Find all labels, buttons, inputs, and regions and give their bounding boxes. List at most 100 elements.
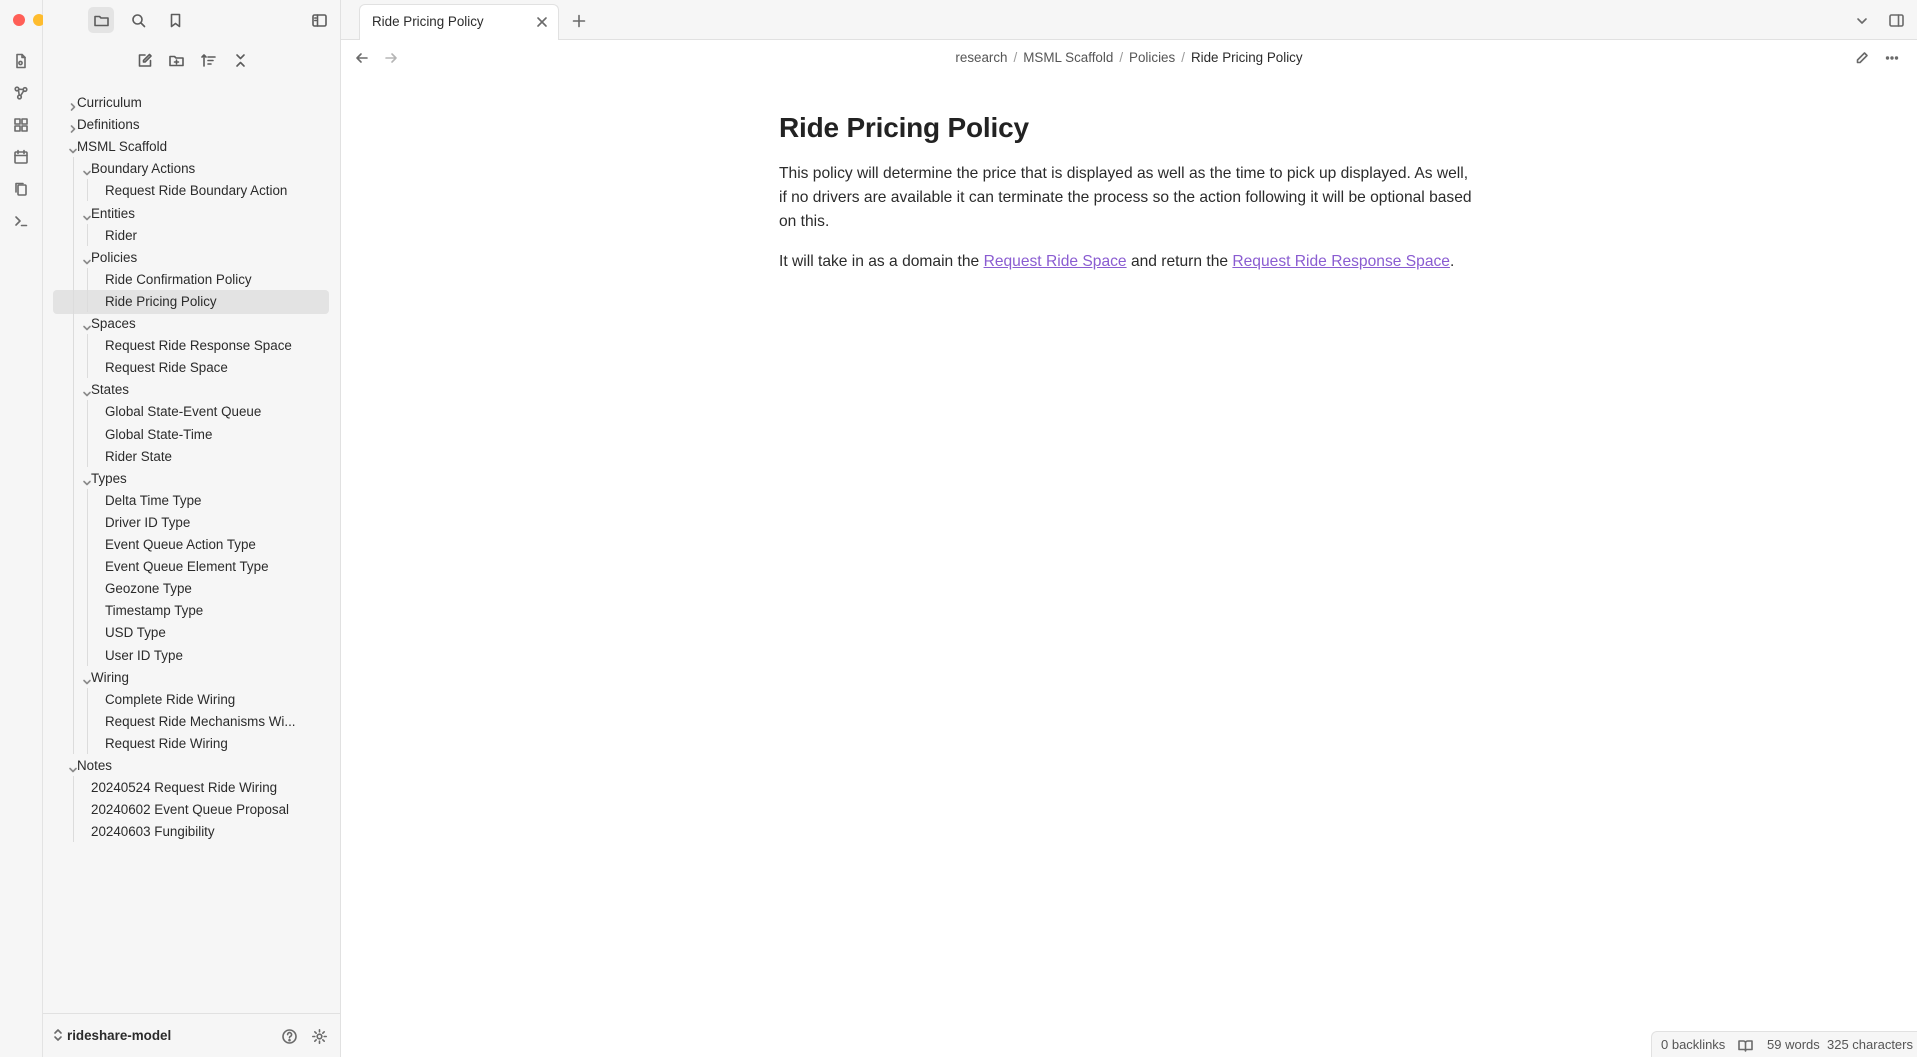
edit-pencil-icon[interactable] [1853,49,1871,67]
tree-item-label: Request Ride Space [105,360,228,376]
tree-file[interactable]: Delta Time Type [53,489,329,513]
canvas-icon[interactable] [11,115,31,135]
tree-file[interactable]: 20240602 Event Queue Proposal [53,798,329,822]
new-tab-icon[interactable] [570,12,588,30]
more-options-icon[interactable] [1883,49,1901,67]
tree-folder[interactable]: Notes [53,754,329,778]
breadcrumb-separator: / [1181,50,1185,65]
tree-file[interactable]: Rider [53,224,329,248]
tree-file[interactable]: USD Type [53,621,329,645]
indent-guide [87,179,88,202]
tree-file[interactable]: Global State-Event Queue [53,400,329,424]
note-content[interactable]: Ride Pricing Policy This policy will det… [779,108,1479,274]
indent-guide [87,223,88,246]
indent-guide [73,157,74,754]
tree-file[interactable]: Complete Ride Wiring [53,688,329,712]
tree-file[interactable]: 20240603 Fungibility [53,820,329,844]
tree-file[interactable]: Request Ride Boundary Action [53,179,329,203]
new-folder-icon[interactable] [163,47,189,73]
tree-folder[interactable]: Boundary Actions [53,157,329,181]
tab-list-chevron-down-icon[interactable] [1853,12,1871,30]
word-count: 59 words [1767,1037,1820,1052]
tree-folder[interactable]: Curriculum [53,92,329,115]
close-tab-icon[interactable] [534,14,550,30]
breadcrumb-item[interactable]: Policies [1129,50,1175,65]
note-title[interactable]: Ride Pricing Policy [779,108,1479,148]
tree-item-label: Ride Confirmation Policy [105,271,252,287]
tree-folder[interactable]: States [53,378,329,402]
tree-folder[interactable]: Wiring [53,666,329,690]
tree-file[interactable]: Request Ride Space [53,356,329,380]
tree-item-label: MSML Scaffold [77,139,168,155]
reading-mode-book-icon[interactable] [1737,1038,1753,1052]
tree-file[interactable]: Request Ride Response Space [53,334,329,358]
tree-file[interactable]: Driver ID Type [53,511,329,535]
tree-folder[interactable]: Definitions [53,113,329,137]
tree-folder[interactable]: Types [53,467,329,491]
tree-file[interactable]: Request Ride Mechanisms Wi... [53,710,329,734]
settings-gear-icon[interactable] [309,1026,329,1046]
folder-icon[interactable] [88,7,114,33]
calendar-icon[interactable] [11,147,31,167]
tree-item-label: Delta Time Type [105,492,202,508]
tree-file[interactable]: Ride Confirmation Policy [53,268,329,292]
collapse-all-icon[interactable] [227,47,253,73]
tree-item-label: Driver ID Type [105,514,191,530]
note-paragraph[interactable]: It will take in as a domain the Request … [779,250,1479,274]
vault-switcher-bar: rideshare-model [43,1013,341,1057]
tab-bar: Ride Pricing Policy [341,0,1917,40]
internal-link-request-ride-response-space[interactable]: Request Ride Response Space [1232,253,1450,270]
tree-item-label: Wiring [91,669,129,685]
search-icon[interactable] [125,7,151,33]
tree-file[interactable]: Event Queue Action Type [53,533,329,557]
tree-item-label: Boundary Actions [91,161,196,177]
tab-ride-pricing-policy[interactable]: Ride Pricing Policy [359,4,559,40]
tree-folder[interactable]: Spaces [53,312,329,336]
character-count: 325 characters [1827,1037,1913,1052]
bookmark-icon[interactable] [162,7,188,33]
note-paragraph[interactable]: This policy will determine the price tha… [779,162,1479,234]
vault-switch-icon[interactable] [50,1027,66,1043]
tree-item-label: Request Ride Wiring [105,735,228,751]
tree-file[interactable]: Ride Pricing Policy [53,289,329,314]
tree-folder[interactable]: MSML Scaffold [53,135,329,159]
tree-item-label: Complete Ride Wiring [105,691,236,707]
indent-guide [87,687,88,754]
tree-item-label: Event Queue Element Type [105,559,269,575]
tree-item-label: Rider [105,227,137,243]
breadcrumb-current[interactable]: Ride Pricing Policy [1191,50,1303,65]
help-icon[interactable] [279,1026,299,1046]
tree-file[interactable]: Event Queue Element Type [53,555,329,579]
tree-item-label: Curriculum [77,95,142,110]
tree-file[interactable]: Rider State [53,445,329,469]
toggle-right-sidebar-icon[interactable] [1886,10,1906,30]
tree-item-label: Request Ride Boundary Action [105,183,288,199]
tree-file[interactable]: Geozone Type [53,577,329,601]
backlinks-count[interactable]: 0 backlinks [1661,1032,1725,1058]
tree-file[interactable]: User ID Type [53,644,329,668]
tree-file[interactable]: Request Ride Wiring [53,732,329,756]
breadcrumb-item[interactable]: MSML Scaffold [1023,50,1113,65]
tree-item-label: User ID Type [105,647,183,663]
tab-label: Ride Pricing Policy [372,14,484,29]
tree-file[interactable]: Timestamp Type [53,599,329,623]
tree-folder[interactable]: Entities [53,202,329,226]
file-icon[interactable] [11,51,31,71]
graph-icon[interactable] [11,83,31,103]
window-close-button[interactable] [13,14,25,26]
internal-link-request-ride-space[interactable]: Request Ride Space [984,253,1127,270]
file-explorer-sidebar: Curriculum Definitions MSML Scaffold Bounda… [43,0,341,1057]
tree-item-label: Policies [91,249,138,265]
tree-file[interactable]: Global State-Time [53,423,329,447]
toggle-sidebar-icon[interactable] [306,7,332,33]
new-note-icon[interactable] [131,47,157,73]
vault-name[interactable]: rideshare-model [67,1014,171,1058]
tree-folder[interactable]: Policies [53,246,329,270]
sort-icon[interactable] [195,47,221,73]
terminal-icon[interactable] [11,211,31,231]
tree-item-label: 20240524 Request Ride Wiring [91,780,278,796]
copy-icon[interactable] [11,179,31,199]
tree-item-label: Entities [91,205,135,221]
tree-file[interactable]: 20240524 Request Ride Wiring [53,776,329,800]
breadcrumb-item[interactable]: research [955,50,1007,65]
